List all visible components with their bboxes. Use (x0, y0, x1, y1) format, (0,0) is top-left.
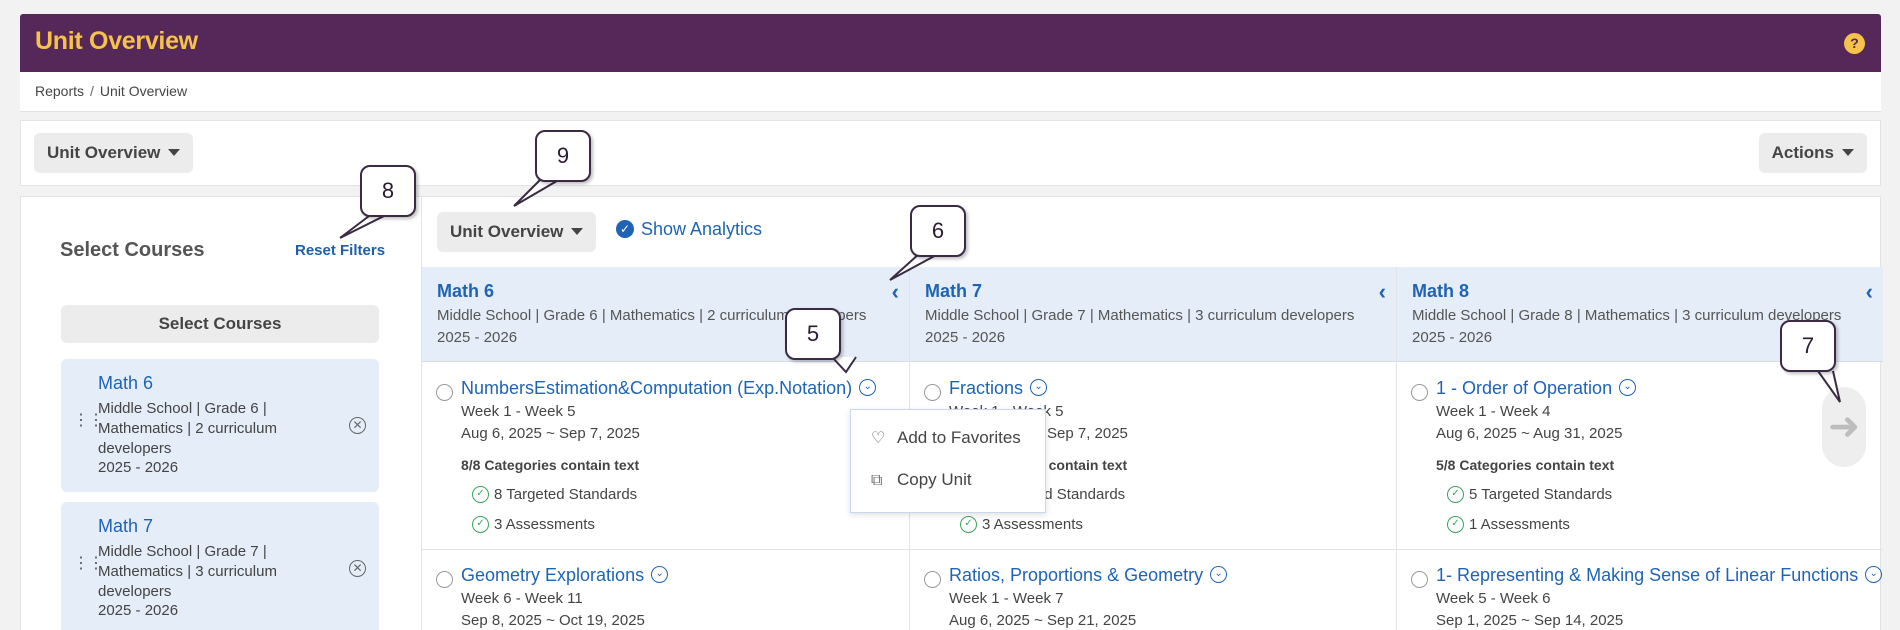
callout-7-pointer (1817, 370, 1841, 403)
callout-pointers (339, 177, 1841, 403)
callout-6: 6 (910, 205, 966, 257)
callout-9: 9 (535, 130, 591, 182)
callout-5: 5 (785, 308, 841, 360)
callout-7: 7 (1780, 320, 1836, 372)
callout-9-pointer (513, 177, 563, 207)
callout-6-pointer (889, 252, 941, 281)
callout-5-pointer (831, 356, 857, 374)
callout-8: 8 (360, 165, 416, 217)
